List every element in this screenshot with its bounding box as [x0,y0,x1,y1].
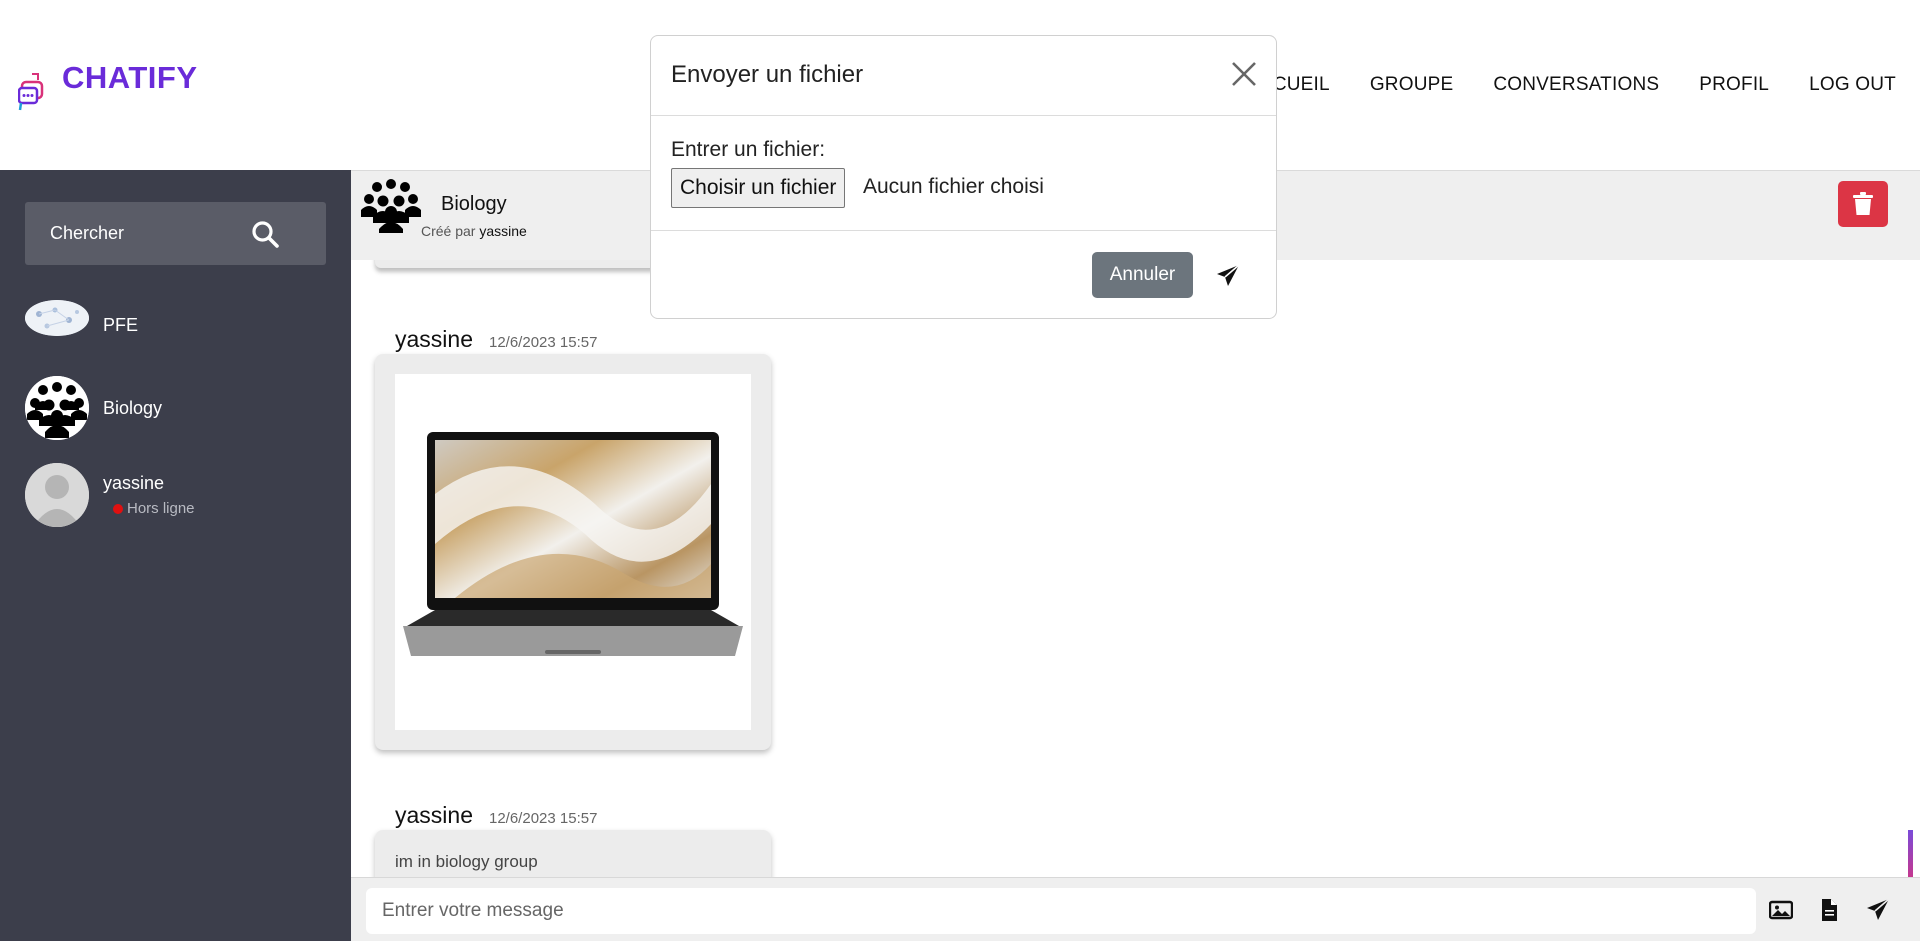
message-header: yassine 12/6/2023 15:57 [395,802,597,829]
brand[interactable]: CHATIFY [18,60,198,112]
search-input[interactable] [50,202,270,265]
delete-conversation-button[interactable] [1838,181,1888,227]
close-icon[interactable] [1230,60,1258,88]
biology-avatar [25,376,89,440]
message-input[interactable] [366,888,1756,934]
message-time: 12/6/2023 15:57 [488,334,598,351]
laptop-picture-icon [403,432,743,656]
contact-name: yassine [103,473,165,493]
laptop-image[interactable] [395,374,751,730]
contact-item-pfe[interactable]: PFE [25,300,138,336]
contact-name: PFE [103,314,139,335]
created-by-user: yassine [479,223,527,239]
nav-conversations[interactable]: CONVERSATIONS [1493,74,1659,96]
send-file-icon[interactable] [1216,264,1240,288]
message-composer [351,877,1920,941]
trash-icon [1853,192,1873,215]
modal-header: Envoyer un fichier [651,36,1276,116]
text-message-bubble: im in biology group [375,830,771,878]
search-icon[interactable] [251,220,279,248]
status-offline: Hors ligne [113,500,195,517]
status-text: Hors ligne [127,500,195,517]
pfe-avatar [25,300,89,336]
created-by-label: Créé par [421,223,476,239]
nav-logout[interactable]: LOG OUT [1809,74,1896,96]
app-name: CHATIFY [62,60,198,95]
sidebar: PFE B [0,170,351,941]
send-icon[interactable] [1866,898,1890,922]
file-field-label: Entrer un fichier: [671,138,826,161]
file-status: Aucun fichier choisi [863,175,1044,198]
choose-file-button[interactable]: Choisir un fichier [671,168,846,208]
file-upload-icon[interactable] [1817,898,1841,922]
nav-groupe[interactable]: GROUPE [1370,74,1454,96]
previous-message-bubble [375,260,675,268]
image-message-bubble [375,354,771,750]
main-nav: ACCUEIL GROUPE CONVERSATIONS PROFIL LOG … [1246,74,1920,96]
group-icon [25,376,89,440]
message-text: im in biology group [395,852,538,871]
message-time: 12/6/2023 15:57 [488,810,598,827]
group-icon [361,179,421,233]
contact-item-yassine[interactable]: yassine Hors ligne [25,463,195,527]
contact-item-biology[interactable]: Biology [25,376,162,440]
message-header: yassine 12/6/2023 15:57 [395,326,597,353]
chat-title: Biology [441,193,507,215]
send-file-modal: Envoyer un fichier Entrer un fichier: Ch… [650,35,1277,319]
message-list[interactable]: yassine 12/6/2023 15:57 yassine 12/6/202… [351,260,1913,878]
modal-body: Entrer un fichier: Choisir un fichier Au… [651,116,1276,231]
contact-name: Biology [103,397,163,418]
scrollbar-thumb[interactable] [1908,830,1913,878]
pfe-image-icon [25,300,89,336]
message-sender: yassine [395,326,473,352]
modal-title: Envoyer un fichier [671,61,864,88]
search-box [25,202,326,265]
image-upload-icon[interactable] [1769,898,1793,922]
user-avatar-icon [25,463,89,527]
chat-logo-icon [18,73,44,111]
cancel-button[interactable]: Annuler [1092,252,1193,298]
nav-profil[interactable]: PROFIL [1699,74,1769,96]
offline-dot-icon [113,503,123,514]
message-sender: yassine [395,802,473,828]
chat-creator: Créé par yassine [421,223,527,239]
